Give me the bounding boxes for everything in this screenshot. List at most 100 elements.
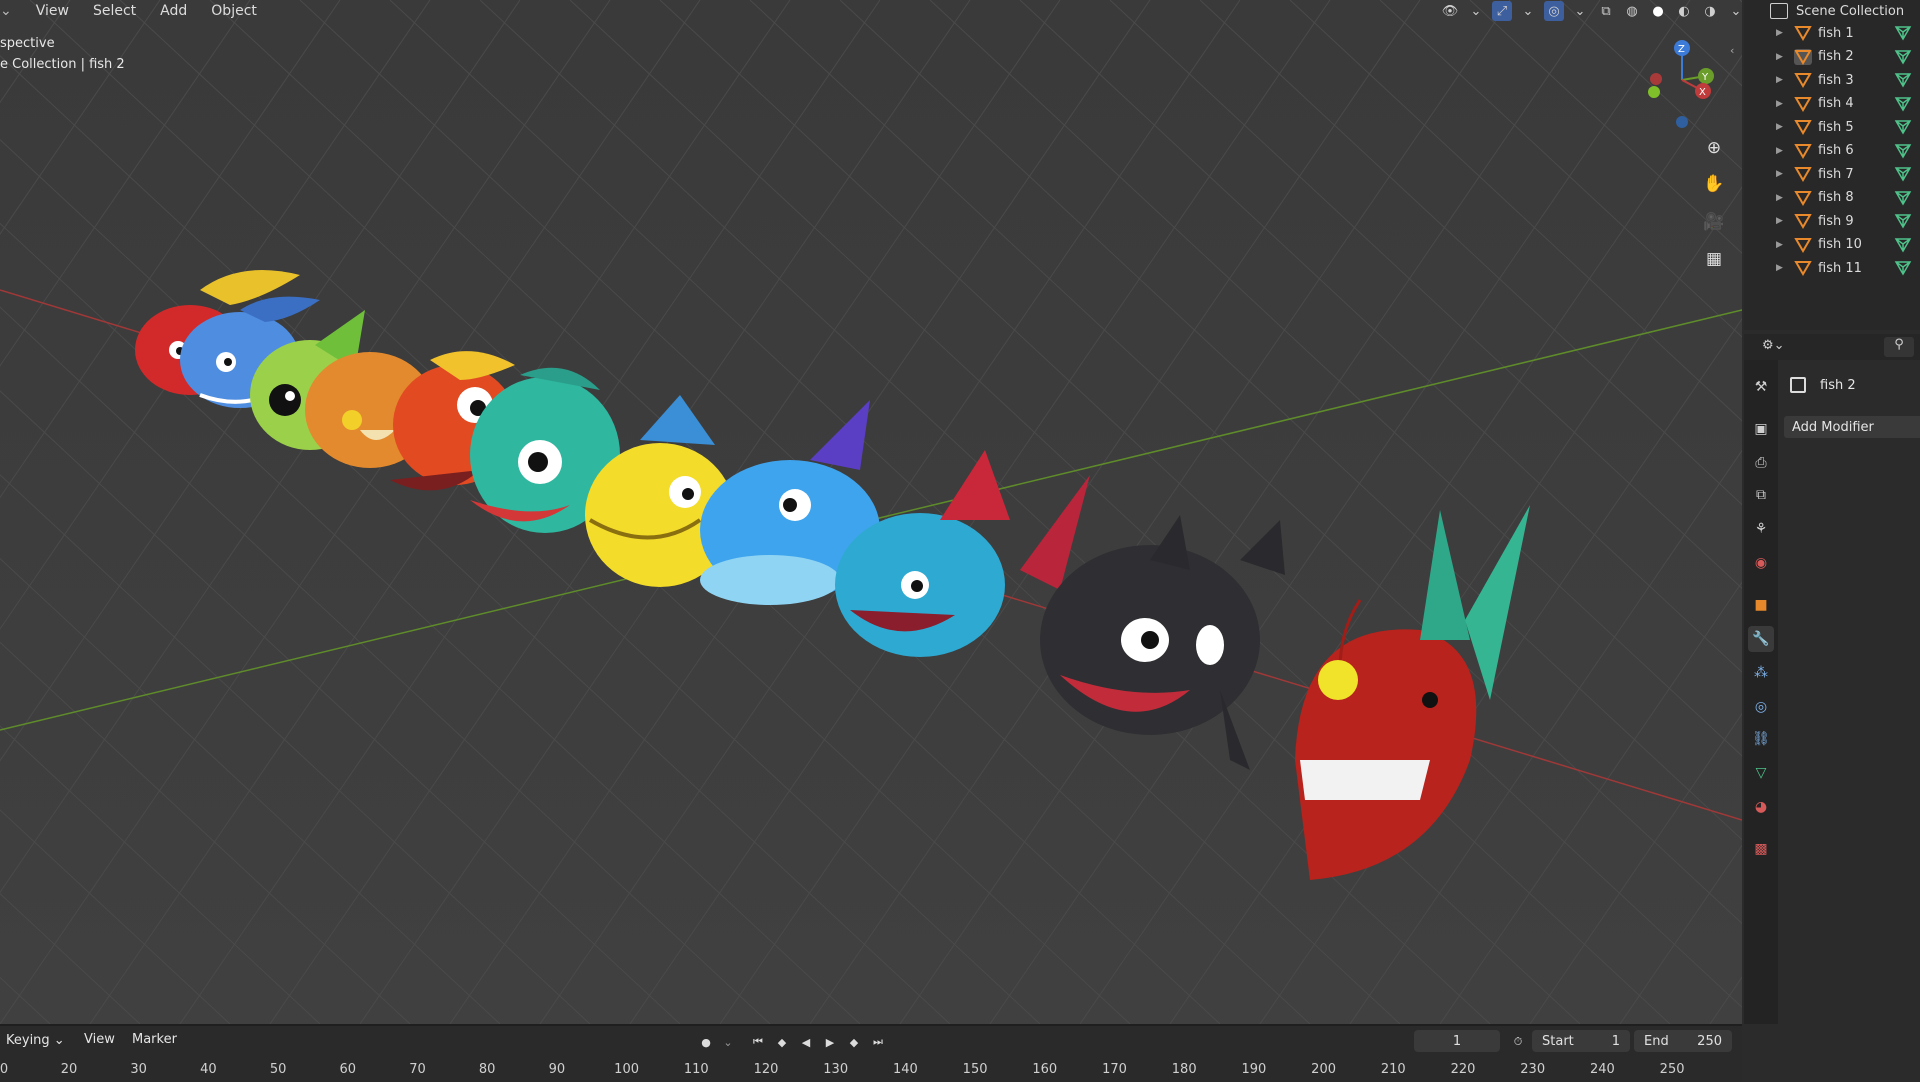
scene-tab-icon[interactable]: ⚘ (1748, 516, 1774, 542)
expand-arrow-icon[interactable]: ▶ (1776, 99, 1790, 109)
expand-arrow-icon[interactable]: ▶ (1776, 146, 1790, 156)
solid-shading-icon[interactable]: ● (1648, 1, 1668, 21)
wireframe-shading-icon[interactable]: ◍ (1622, 1, 1642, 21)
timeline-menu-marker[interactable]: Marker (132, 1032, 177, 1047)
chevron-down-icon[interactable]: ⌄ (1466, 1, 1486, 21)
navigation-gizmo[interactable]: Z Y X (1640, 36, 1720, 131)
current-frame-field[interactable]: 1 (1414, 1030, 1500, 1052)
outliner-item-fish[interactable]: ▶ fish 3 (1744, 69, 1920, 91)
mesh-data-icon[interactable] (1894, 237, 1912, 253)
tool-tab-icon[interactable]: ⚒ (1748, 374, 1774, 400)
mesh-data-icon[interactable] (1894, 25, 1912, 41)
chevron-down-icon[interactable]: ⌄ (718, 1032, 738, 1052)
outliner-item-fish[interactable]: ▶ fish 11 (1744, 257, 1920, 279)
mesh-data-icon[interactable] (1894, 49, 1912, 65)
constraints-tab-icon[interactable]: ⛓ (1748, 726, 1774, 752)
expand-arrow-icon[interactable]: ▶ (1776, 75, 1790, 85)
camera-view-icon[interactable]: 🎥 (1700, 208, 1728, 236)
outliner-item-fish[interactable]: ▶ fish 5 (1744, 116, 1920, 138)
object-mesh-icon (1794, 73, 1812, 88)
outliner-item-fish[interactable]: ▶ fish 2 (1744, 46, 1920, 68)
viewport-collection-label: e Collection | fish 2 (0, 57, 125, 72)
jump-start-icon[interactable]: ⏮ (748, 1032, 768, 1052)
expand-arrow-icon[interactable]: ▶ (1776, 193, 1790, 203)
object-tab-icon[interactable]: ■ (1748, 592, 1774, 618)
material-tab-icon[interactable]: ◕ (1748, 794, 1774, 820)
output-tab-icon[interactable]: ⎙ (1748, 450, 1774, 476)
outliner-item-fish[interactable]: ▶ fish 7 (1744, 163, 1920, 185)
mesh-data-icon[interactable] (1894, 260, 1912, 276)
mesh-data-icon[interactable] (1894, 96, 1912, 112)
timeline-ruler-tick: 110 (683, 1062, 709, 1077)
outliner-item-fish[interactable]: ▶ fish 9 (1744, 210, 1920, 232)
menu-select[interactable]: Select (83, 1, 146, 21)
chevron-down-icon[interactable]: ⌄ (1570, 1, 1590, 21)
start-frame-field[interactable]: Start 1 (1532, 1030, 1630, 1052)
svg-text:Y: Y (1701, 72, 1709, 83)
timeline-menu-view[interactable]: View (84, 1032, 115, 1047)
play-reverse-icon[interactable]: ◀ (796, 1032, 816, 1052)
outliner-item-fish[interactable]: ▶ fish 8 (1744, 187, 1920, 209)
mesh-data-icon[interactable] (1894, 190, 1912, 206)
visibility-eye-icon[interactable]: 👁 (1440, 1, 1460, 21)
record-keyframe-icon[interactable]: ● (696, 1032, 716, 1052)
expand-arrow-icon[interactable]: ▶ (1776, 216, 1790, 226)
zoom-icon[interactable]: ⊕ (1700, 134, 1728, 162)
chevron-down-icon[interactable]: ⌄ (1518, 1, 1538, 21)
physics-tab-icon[interactable]: ◎ (1748, 694, 1774, 720)
xray-toggle-icon[interactable]: ⧉ (1596, 1, 1616, 21)
render-tab-icon[interactable]: ▣ (1748, 416, 1774, 442)
outliner-item-fish[interactable]: ▶ fish 1 (1744, 22, 1920, 44)
menu-object[interactable]: Object (201, 1, 267, 21)
outliner-item-label: fish 4 (1818, 96, 1854, 111)
mesh-data-icon[interactable] (1894, 213, 1912, 229)
expand-arrow-icon[interactable]: ▶ (1776, 28, 1790, 38)
menu-view[interactable]: View (26, 1, 79, 21)
mesh-data-icon[interactable] (1894, 119, 1912, 135)
prev-keyframe-icon[interactable]: ◆ (772, 1032, 792, 1052)
stopwatch-icon[interactable]: ⏱ (1508, 1032, 1528, 1052)
menu-add[interactable]: Add (150, 1, 197, 21)
fish-models[interactable] (0, 0, 1742, 1024)
object-name-row[interactable]: fish 2 (1790, 374, 1856, 396)
ortho-grid-icon[interactable]: ▦ (1700, 245, 1728, 273)
mesh-data-tab-icon[interactable]: ▽ (1748, 760, 1774, 786)
end-frame-field[interactable]: End 250 (1634, 1030, 1732, 1052)
chevron-down-icon[interactable]: ⌄ (1726, 1, 1742, 21)
sidebar-collapse-icon[interactable]: ‹ (1730, 44, 1734, 57)
outliner-item-fish[interactable]: ▶ fish 6 (1744, 140, 1920, 162)
gizmo-toggle-icon[interactable]: ⤢ (1492, 1, 1512, 21)
play-icon[interactable]: ▶ (820, 1032, 840, 1052)
3d-viewport[interactable]: ⌄ View Select Add Object spective e Coll… (0, 0, 1742, 1024)
mesh-data-icon[interactable] (1894, 166, 1912, 182)
search-icon[interactable]: ⚲ (1884, 337, 1914, 357)
expand-arrow-icon[interactable]: ▶ (1776, 240, 1790, 250)
add-modifier-button[interactable]: Add Modifier (1784, 416, 1920, 438)
particles-tab-icon[interactable]: ⁂ (1748, 660, 1774, 686)
outliner-scene-collection[interactable]: Scene Collection (1744, 0, 1920, 22)
jump-end-icon[interactable]: ⏭ (868, 1032, 888, 1052)
modifier-tab-icon[interactable]: 🔧 (1748, 626, 1774, 652)
overlays-icon[interactable]: ◎ (1544, 1, 1564, 21)
mesh-data-icon[interactable] (1894, 143, 1912, 159)
material-preview-icon[interactable]: ◐ (1674, 1, 1694, 21)
editor-type-dropdown[interactable]: ⌄ (0, 1, 22, 21)
expand-arrow-icon[interactable]: ▶ (1776, 52, 1790, 62)
timeline-ruler-tick: 230 (1520, 1062, 1546, 1077)
keying-dropdown[interactable]: Keying ⌄ (0, 1032, 71, 1050)
object-mesh-icon (1794, 237, 1812, 253)
texture-tab-icon[interactable]: ▩ (1748, 836, 1774, 862)
outliner-item-fish[interactable]: ▶ fish 10 (1744, 234, 1920, 256)
view-layer-tab-icon[interactable]: ⧉ (1748, 482, 1774, 508)
mesh-data-icon[interactable] (1894, 72, 1912, 88)
pan-hand-icon[interactable]: ✋ (1700, 170, 1728, 198)
expand-arrow-icon[interactable]: ▶ (1776, 263, 1790, 273)
rendered-shading-icon[interactable]: ◑ (1700, 1, 1720, 21)
properties-tabs: ⚒ ▣ ⎙ ⧉ ⚘ ◉ ■ 🔧 ⁂ ◎ ⛓ ▽ ◕ ▩ (1744, 360, 1778, 1024)
expand-arrow-icon[interactable]: ▶ (1776, 122, 1790, 132)
expand-arrow-icon[interactable]: ▶ (1776, 169, 1790, 179)
world-tab-icon[interactable]: ◉ (1748, 550, 1774, 576)
properties-editor-type-icon[interactable]: ⚙⌄ (1762, 338, 1785, 353)
outliner-item-fish[interactable]: ▶ fish 4 (1744, 93, 1920, 115)
next-keyframe-icon[interactable]: ◆ (844, 1032, 864, 1052)
